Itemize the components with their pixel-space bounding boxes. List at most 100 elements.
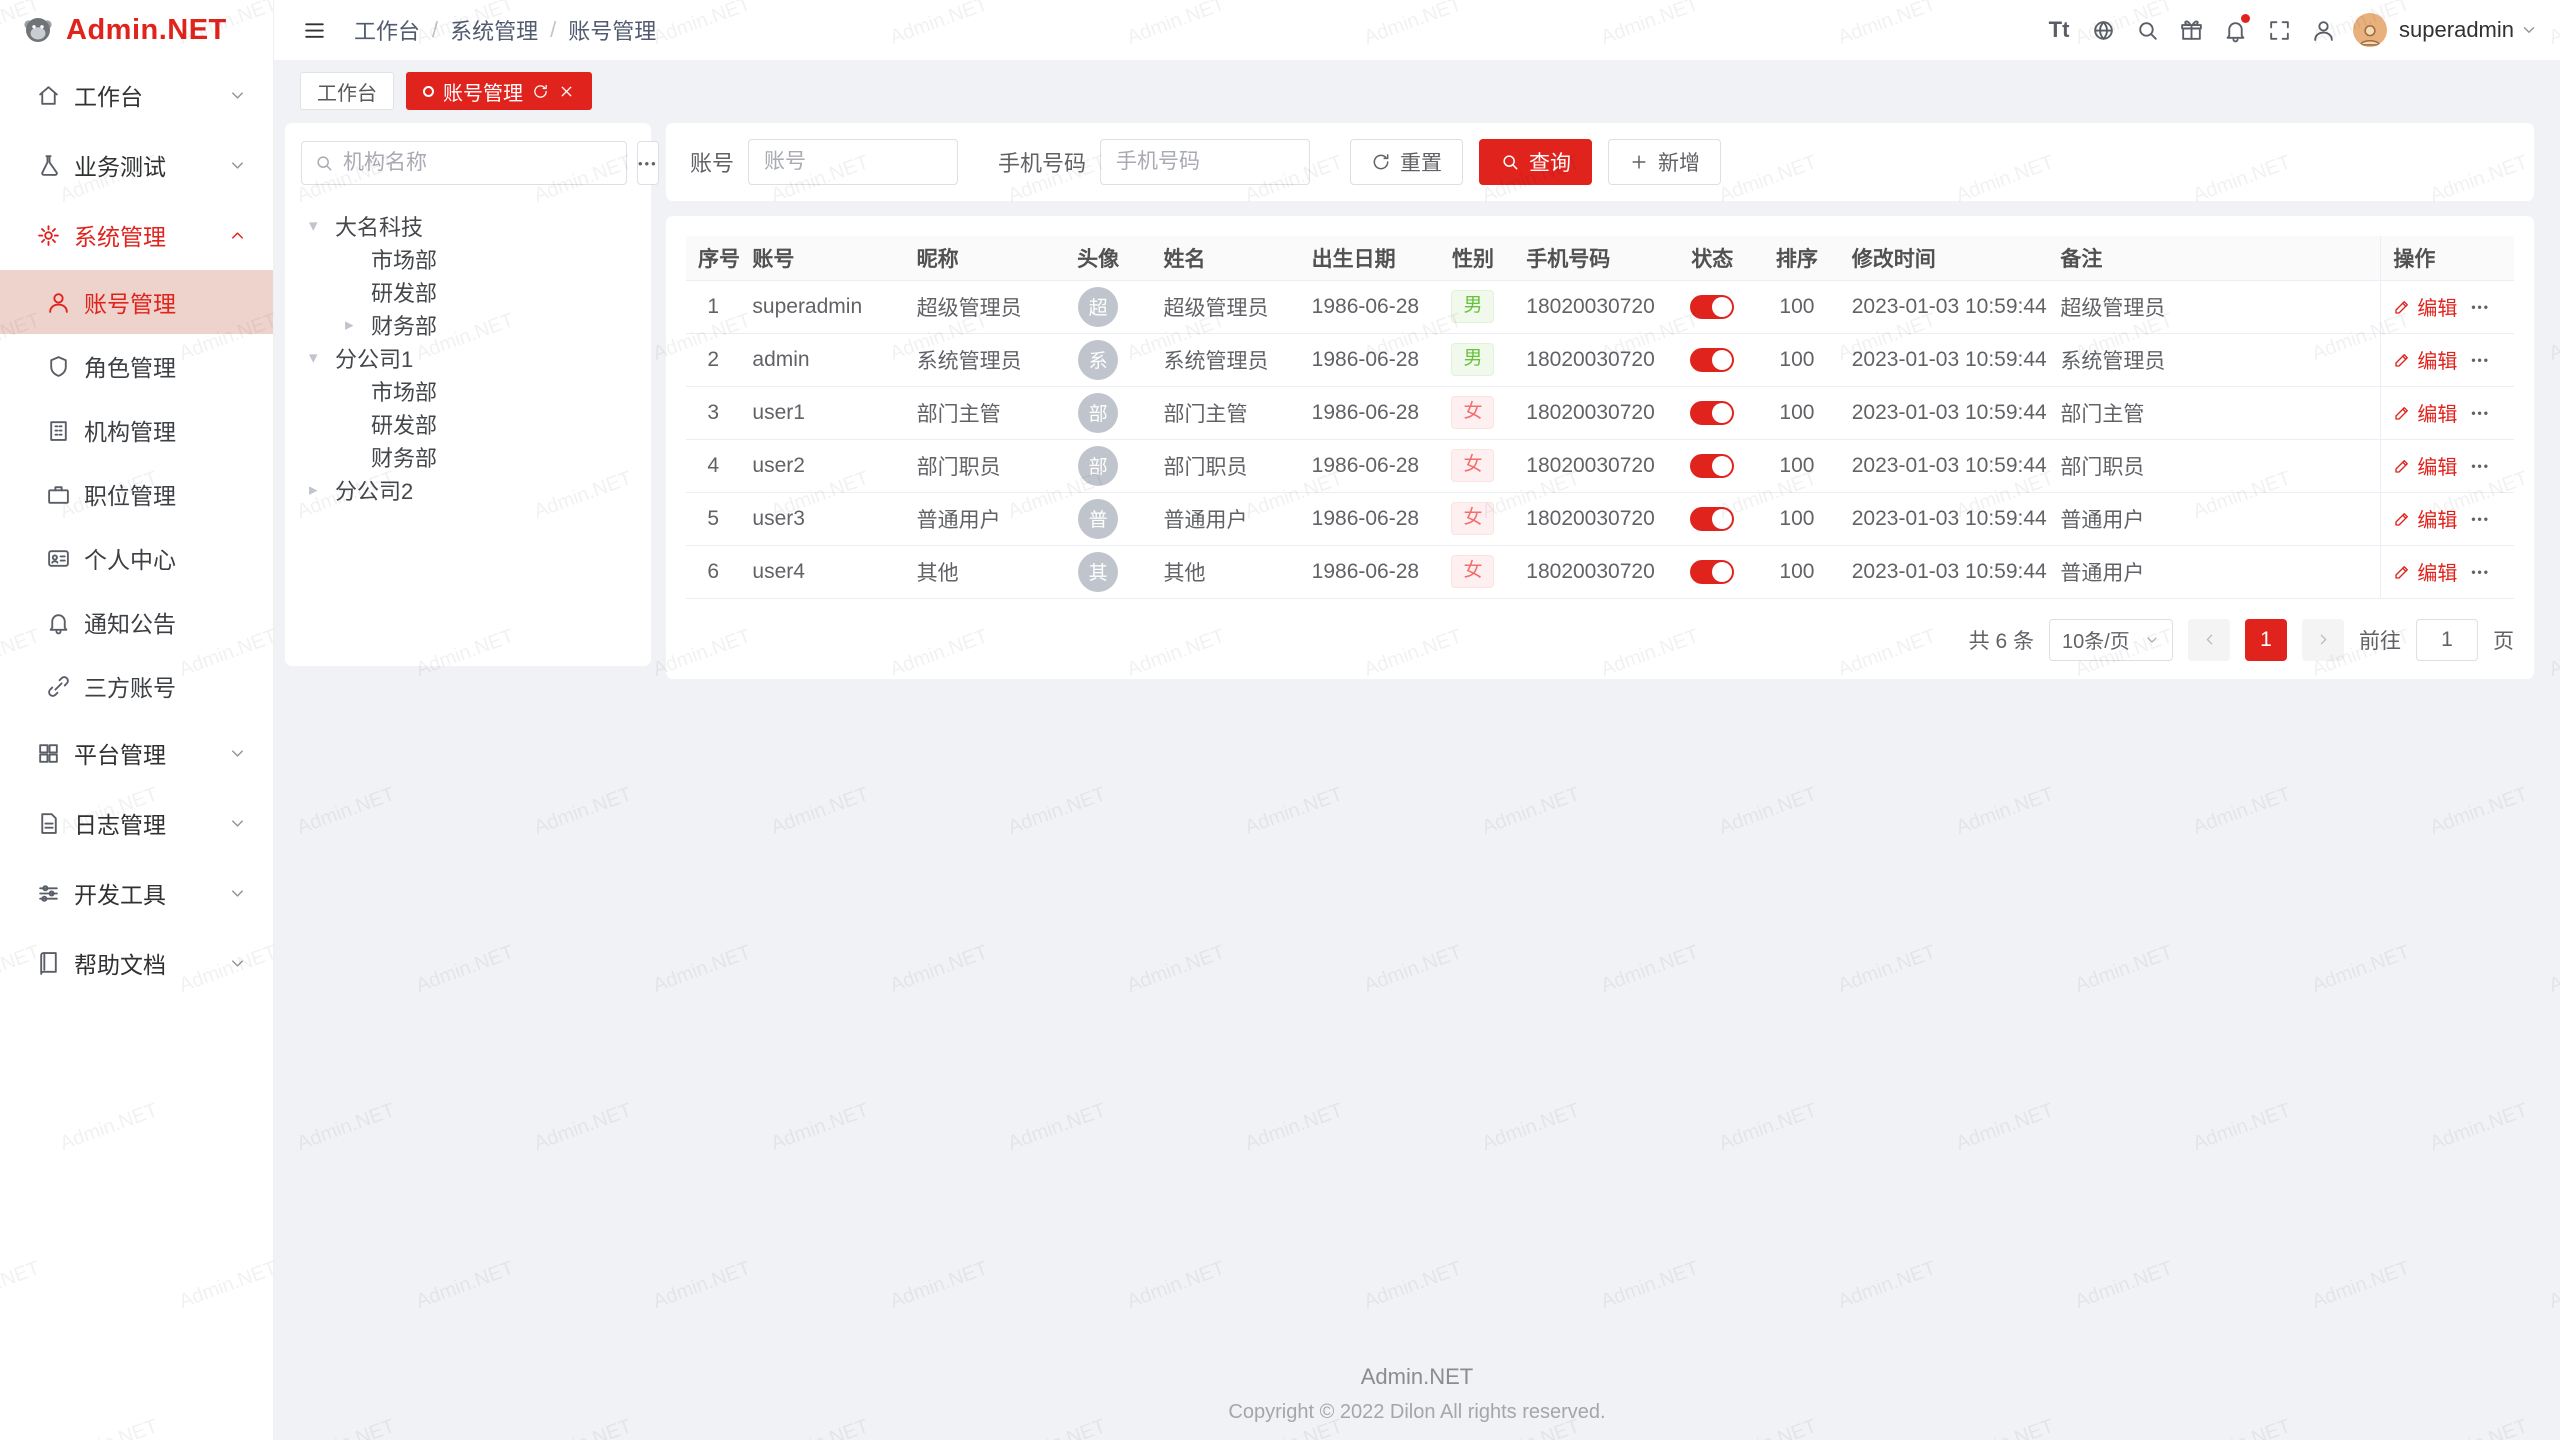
row-more-button[interactable]: ••• [2471, 353, 2490, 367]
user-icon[interactable] [2301, 8, 2345, 52]
notification-bell-icon[interactable] [2213, 8, 2257, 52]
sidebar-item-role[interactable]: 角色管理 [0, 334, 273, 398]
status-toggle[interactable] [1690, 507, 1734, 531]
status-toggle[interactable] [1690, 401, 1734, 425]
tree-item[interactable]: 市场部 [301, 242, 635, 275]
edit-button[interactable]: 编辑 [2393, 345, 2457, 374]
logo[interactable]: Admin.NET [0, 0, 273, 60]
sidebar-item-devtools[interactable]: 开发工具 [0, 858, 273, 928]
tab-workbench[interactable]: 工作台 [300, 72, 394, 110]
edit-icon [2393, 510, 2411, 528]
sidebar-item-profile[interactable]: 个人中心 [0, 526, 273, 590]
font-size-icon[interactable]: Tt [2037, 8, 2081, 52]
tab-account[interactable]: 账号管理 [406, 72, 592, 110]
chevron-down-icon [228, 86, 247, 105]
cell-actions: 编辑 ••• [2381, 280, 2514, 333]
theme-icon[interactable] [2169, 8, 2213, 52]
sidebar-item-third-account[interactable]: 三方账号 [0, 654, 273, 718]
search-icon[interactable] [2125, 8, 2169, 52]
caret-icon[interactable]: ▾ [309, 216, 335, 236]
tree-item[interactable]: 研发部 [301, 275, 635, 308]
caret-icon[interactable]: ▸ [309, 480, 335, 500]
caret-icon[interactable]: ▸ [345, 315, 371, 335]
sidebar-item-docs[interactable]: 帮助文档 [0, 928, 273, 998]
gender-badge: 男 [1451, 290, 1494, 323]
row-more-button[interactable]: ••• [2471, 459, 2490, 473]
cell-birth: 1986-06-28 [1300, 439, 1432, 492]
add-button[interactable]: 新增 [1608, 139, 1721, 185]
cell-sort: 100 [1754, 439, 1840, 492]
edit-icon [2393, 298, 2411, 316]
tree-item[interactable]: 市场部 [301, 374, 635, 407]
row-actions: 编辑 ••• [2393, 557, 2502, 586]
prev-page-button[interactable] [2188, 619, 2230, 661]
sidebar-item-workbench[interactable]: 工作台 [0, 60, 273, 130]
page-size-select[interactable]: 10条/页 [2049, 619, 2173, 661]
username[interactable]: superadmin [2399, 17, 2514, 43]
refresh-icon[interactable] [532, 83, 549, 100]
tree-item[interactable]: ▾分公司1 [301, 341, 635, 374]
row-more-button[interactable]: ••• [2471, 406, 2490, 420]
caret-icon[interactable]: ▾ [309, 348, 335, 368]
sidebar-item-platform[interactable]: 平台管理 [0, 718, 273, 788]
tree-item[interactable]: ▾大名科技 [301, 209, 635, 242]
cell-status [1670, 545, 1754, 598]
sidebar-item-label: 业务测试 [74, 148, 228, 182]
edit-button[interactable]: 编辑 [2393, 292, 2457, 321]
org-search-field[interactable] [301, 141, 627, 185]
status-toggle[interactable] [1690, 295, 1734, 319]
edit-button[interactable]: 编辑 [2393, 451, 2457, 480]
footer: Admin.NET Copyright © 2022 Dilon All rig… [274, 1364, 2560, 1440]
page-number-button[interactable]: 1 [2245, 619, 2287, 661]
fullscreen-icon[interactable] [2257, 8, 2301, 52]
sidebar-item-log[interactable]: 日志管理 [0, 788, 273, 858]
edit-button[interactable]: 编辑 [2393, 557, 2457, 586]
account-label: 账号 [690, 146, 734, 178]
sidebar-item-account[interactable]: 账号管理 [0, 270, 273, 334]
sidebar-item-system[interactable]: 系统管理 [0, 200, 273, 270]
breadcrumb-item[interactable]: 系统管理 [450, 14, 538, 46]
org-more-button[interactable]: ••• [637, 141, 659, 185]
row-more-button[interactable]: ••• [2471, 300, 2490, 314]
next-page-button[interactable] [2302, 619, 2344, 661]
sidebar-item-org[interactable]: 机构管理 [0, 398, 273, 462]
avatar[interactable] [2353, 13, 2387, 47]
sidebar-item-notice[interactable]: 通知公告 [0, 590, 273, 654]
tree-item[interactable]: 财务部 [301, 440, 635, 473]
edit-button[interactable]: 编辑 [2393, 398, 2457, 427]
cell-remark: 普通用户 [2048, 492, 2381, 545]
cell-status [1670, 439, 1754, 492]
document-icon [36, 811, 61, 836]
tree-item[interactable]: ▸财务部 [301, 308, 635, 341]
row-more-button[interactable]: ••• [2471, 512, 2490, 526]
hamburger-icon[interactable] [292, 8, 336, 52]
globe-icon[interactable] [2081, 8, 2125, 52]
phone-input[interactable] [1100, 139, 1310, 185]
breadcrumb-separator: / [550, 17, 556, 43]
close-icon[interactable] [558, 83, 575, 100]
account-input[interactable] [748, 139, 958, 185]
cell-status [1670, 386, 1754, 439]
search-button[interactable]: 查询 [1479, 139, 1592, 185]
reset-button[interactable]: 重置 [1350, 139, 1463, 185]
add-label: 新增 [1658, 147, 1700, 177]
logo-title: Admin.NET [66, 14, 227, 47]
goto-page-input[interactable] [2416, 619, 2478, 661]
tree-item-label: 市场部 [371, 375, 437, 407]
status-toggle[interactable] [1690, 454, 1734, 478]
status-toggle[interactable] [1690, 560, 1734, 584]
breadcrumb-item[interactable]: 工作台 [354, 14, 420, 46]
tree-item[interactable]: 研发部 [301, 407, 635, 440]
edit-button[interactable]: 编辑 [2393, 504, 2457, 533]
row-more-button[interactable]: ••• [2471, 565, 2490, 579]
tree-item[interactable]: ▸分公司2 [301, 473, 635, 506]
org-search-input[interactable] [343, 151, 614, 175]
status-toggle[interactable] [1690, 348, 1734, 372]
cell-avatar: 部 [1045, 439, 1152, 492]
tree-item-label: 研发部 [371, 276, 437, 308]
cell-birth: 1986-06-28 [1300, 333, 1432, 386]
cell-phone: 18020030720 [1514, 386, 1670, 439]
sidebar-item-position[interactable]: 职位管理 [0, 462, 273, 526]
sidebar-item-business-test[interactable]: 业务测试 [0, 130, 273, 200]
cell-avatar: 系 [1045, 333, 1152, 386]
